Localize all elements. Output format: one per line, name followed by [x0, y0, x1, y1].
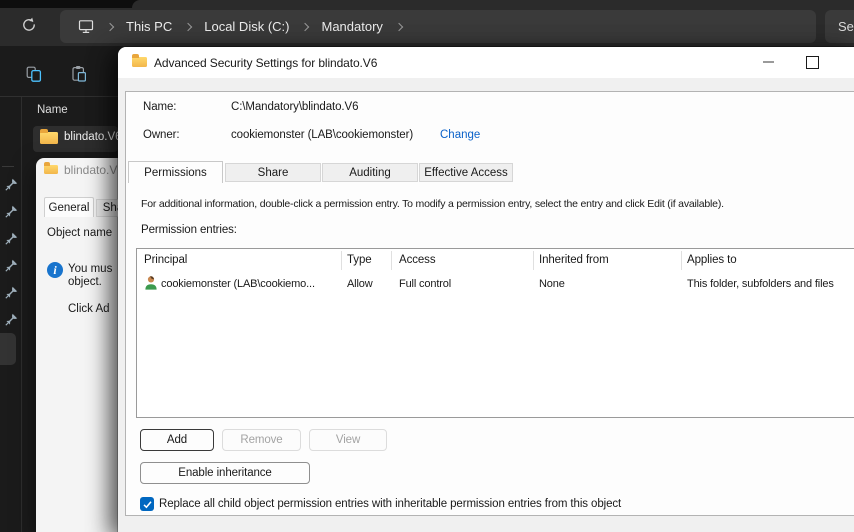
user-icon	[144, 275, 158, 295]
screen: This PC Local Disk (C:) Mandatory Sea	[0, 0, 854, 532]
info-icon: i	[47, 262, 63, 278]
nav-divider	[2, 166, 14, 167]
name-value: C:\Mandatory\blindato.V6	[231, 101, 359, 113]
cell-inherited-from: None	[539, 278, 565, 290]
advanced-security-dialog: Advanced Security Settings for blindato.…	[118, 47, 854, 532]
folder-icon	[132, 54, 147, 67]
dialog-title: Advanced Security Settings for blindato.…	[154, 56, 378, 70]
info-text-line3: Click Ad	[68, 303, 110, 315]
view-button[interactable]: View	[309, 429, 387, 451]
breadcrumb-local-disk[interactable]: Local Disk (C:)	[204, 19, 289, 34]
tab-permissions-label: Permissions	[144, 166, 207, 179]
column-header-name[interactable]: Name	[37, 104, 68, 116]
column-separator	[681, 251, 682, 270]
column-separator	[533, 251, 534, 270]
tab-auditing-label: Auditing	[349, 166, 391, 179]
chevron-right-icon	[394, 22, 404, 31]
minimize-button[interactable]	[756, 51, 780, 73]
tab-permissions[interactable]: Permissions	[128, 161, 223, 183]
info-text-line2: object.	[68, 276, 102, 288]
header-principal[interactable]: Principal	[144, 254, 187, 266]
tab-share[interactable]: Share	[225, 163, 321, 182]
breadcrumb-this-pc[interactable]: This PC	[126, 19, 172, 34]
cell-access: Full control	[399, 278, 451, 290]
folder-icon	[40, 129, 58, 144]
change-owner-link[interactable]: Change	[440, 129, 480, 141]
tab-strip-body	[132, 0, 854, 8]
pushpin-icon[interactable]	[5, 286, 18, 304]
remove-button[interactable]: Remove	[222, 429, 301, 451]
pushpin-icon[interactable]	[5, 178, 18, 196]
column-separator	[341, 251, 342, 270]
permission-entries-label: Permission entries:	[141, 224, 237, 236]
this-pc-icon	[78, 19, 94, 34]
cell-applies-to: This folder, subfolders and files	[687, 278, 834, 290]
paste-icon[interactable]	[71, 65, 87, 83]
address-bar[interactable]: This PC Local Disk (C:) Mandatory	[60, 10, 816, 43]
file-row-label: blindato.V6	[64, 131, 122, 143]
pushpin-icon[interactable]	[5, 232, 18, 250]
nav-pane-divider	[21, 97, 22, 532]
properties-title: blindato.V	[64, 163, 118, 177]
nav-selected-item[interactable]	[0, 333, 16, 365]
cell-type: Allow	[347, 278, 373, 290]
header-applies-to[interactable]: Applies to	[687, 254, 737, 266]
chevron-right-icon	[183, 22, 193, 31]
tab-share-label: Share	[257, 166, 289, 179]
cell-principal: cookiemonster (LAB\cookiemo...	[161, 278, 315, 290]
search-placeholder: Sea	[838, 19, 854, 34]
table-row[interactable]: cookiemonster (LAB\cookiemo... Allow Ful…	[137, 273, 854, 295]
header-inherited-from[interactable]: Inherited from	[539, 254, 609, 266]
toolbar-divider	[0, 96, 118, 97]
copy-icon[interactable]	[26, 66, 42, 83]
add-button[interactable]: Add	[140, 429, 214, 451]
replace-child-permissions-label: Replace all child object permission entr…	[159, 498, 622, 510]
header-access[interactable]: Access	[399, 254, 436, 266]
tab-auditing[interactable]: Auditing	[322, 163, 418, 182]
chevron-right-icon	[105, 22, 115, 31]
search-input[interactable]: Sea	[825, 10, 854, 43]
column-separator	[391, 251, 392, 270]
refresh-icon[interactable]	[20, 16, 38, 34]
pushpin-icon[interactable]	[5, 313, 18, 331]
properties-window: blindato.V General Sha Object name i You…	[36, 158, 130, 532]
replace-child-permissions-checkbox[interactable]	[140, 497, 154, 511]
object-name-label: Object name	[47, 227, 113, 239]
owner-value: cookiemonster (LAB\cookiemonster)	[231, 129, 414, 141]
info-text-line1: You mus	[68, 263, 113, 275]
tab-effective-access-label: Effective Access	[424, 166, 508, 179]
chevron-right-icon	[301, 22, 310, 31]
minimize-icon	[762, 61, 774, 63]
check-icon	[142, 500, 152, 508]
pushpin-icon[interactable]	[5, 205, 18, 223]
pushpin-icon[interactable]	[5, 259, 18, 277]
owner-label: Owner:	[143, 129, 180, 141]
maximize-icon	[805, 55, 819, 69]
header-type[interactable]: Type	[347, 254, 372, 266]
breadcrumb-mandatory[interactable]: Mandatory	[321, 19, 382, 34]
permission-entries-table: Principal Type Access Inherited from App…	[136, 248, 854, 418]
tab-general-label: General	[48, 201, 90, 214]
permissions-description: For additional information, double-click…	[141, 198, 724, 210]
dialog-footer	[118, 516, 854, 532]
tab-general[interactable]: General	[44, 197, 94, 217]
folder-icon	[44, 162, 58, 174]
name-label: Name:	[143, 101, 177, 113]
maximize-button[interactable]	[800, 51, 824, 73]
enable-inheritance-button[interactable]: Enable inheritance	[140, 462, 310, 484]
tab-effective-access[interactable]: Effective Access	[419, 163, 513, 182]
